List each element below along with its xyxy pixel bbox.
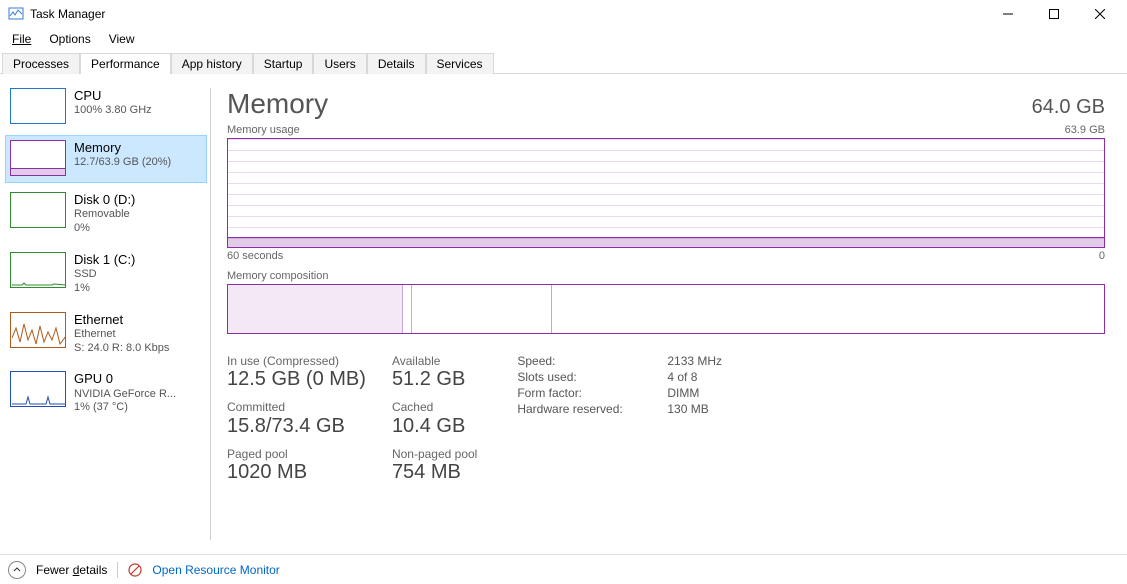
tab-services[interactable]: Services — [426, 53, 494, 74]
resource-monitor-icon — [128, 563, 142, 577]
tab-users[interactable]: Users — [313, 53, 366, 74]
composition-inuse-segment — [228, 285, 403, 333]
fewer-details-link[interactable]: Fewer details — [36, 563, 107, 577]
sidebar-item-sub: Ethernet — [74, 328, 169, 342]
sidebar-item-label: Disk 1 (C:) — [74, 252, 135, 268]
sidebar-item-sub2: 1% — [74, 282, 135, 296]
committed-value: 15.8/73.4 GB — [227, 415, 366, 437]
sidebar-item-sub: NVIDIA GeForce R... — [74, 388, 176, 402]
slots-label: Slots used: — [517, 370, 627, 384]
sidebar-item-memory[interactable]: Memory 12.7/63.9 GB (20%) — [6, 136, 206, 182]
speed-label: Speed: — [517, 354, 627, 368]
memory-thumb-icon — [10, 140, 66, 176]
divider — [210, 88, 211, 540]
tab-app-history[interactable]: App history — [171, 53, 253, 74]
titlebar: Task Manager — [0, 0, 1127, 28]
sidebar-item-ethernet[interactable]: Ethernet Ethernet S: 24.0 R: 8.0 Kbps — [6, 308, 206, 362]
hw-label: Hardware reserved: — [517, 402, 627, 416]
tab-startup[interactable]: Startup — [253, 53, 314, 74]
maximize-button[interactable] — [1031, 0, 1077, 28]
menu-options[interactable]: Options — [41, 30, 98, 48]
composition-free-segment — [552, 285, 1104, 333]
usage-chart-max: 63.9 GB — [1065, 124, 1105, 136]
cpu-thumb-icon — [10, 88, 66, 124]
ethernet-thumb-icon — [10, 312, 66, 348]
main-panel: Memory 64.0 GB Memory usage 63.9 GB 60 s… — [217, 74, 1127, 554]
disk-thumb-icon — [10, 252, 66, 288]
sidebar: CPU 100% 3.80 GHz Memory 12.7/63.9 GB (2… — [0, 74, 210, 554]
open-resource-monitor-link[interactable]: Open Resource Monitor — [152, 563, 279, 577]
sidebar-item-disk1[interactable]: Disk 1 (C:) SSD 1% — [6, 248, 206, 302]
tab-details[interactable]: Details — [367, 53, 426, 74]
memory-usage-chart — [227, 138, 1105, 248]
hw-value: 130 MB — [667, 402, 708, 416]
cached-value: 10.4 GB — [392, 415, 477, 437]
speed-value: 2133 MHz — [667, 354, 722, 368]
sidebar-item-label: Ethernet — [74, 312, 169, 328]
inuse-value: 12.5 GB (0 MB) — [227, 368, 366, 390]
composition-modified-segment — [403, 285, 412, 333]
nonpaged-label: Non-paged pool — [392, 447, 477, 461]
sidebar-item-label: GPU 0 — [74, 371, 176, 387]
sidebar-item-cpu[interactable]: CPU 100% 3.80 GHz — [6, 84, 206, 130]
disk-thumb-icon — [10, 192, 66, 228]
sidebar-item-label: CPU — [74, 88, 152, 104]
x-axis-right: 0 — [1099, 250, 1105, 262]
tab-strip: Processes Performance App history Startu… — [0, 50, 1127, 74]
minimize-button[interactable] — [985, 0, 1031, 28]
content: CPU 100% 3.80 GHz Memory 12.7/63.9 GB (2… — [0, 74, 1127, 554]
footer-divider — [117, 562, 118, 578]
slots-value: 4 of 8 — [667, 370, 697, 384]
sidebar-item-label: Disk 0 (D:) — [74, 192, 135, 208]
usage-chart-label: Memory usage — [227, 124, 300, 136]
memory-composition-chart — [227, 284, 1105, 334]
sidebar-item-sub: SSD — [74, 268, 135, 282]
menubar: File Options View — [0, 28, 1127, 50]
inuse-label: In use (Compressed) — [227, 354, 366, 368]
sidebar-item-sub: 12.7/63.9 GB (20%) — [74, 156, 171, 170]
footer: Fewer details Open Resource Monitor — [0, 554, 1127, 584]
sidebar-item-label: Memory — [74, 140, 171, 156]
available-label: Available — [392, 354, 477, 368]
available-value: 51.2 GB — [392, 368, 477, 390]
paged-label: Paged pool — [227, 447, 366, 461]
sidebar-item-sub2: 0% — [74, 222, 135, 236]
tab-performance[interactable]: Performance — [80, 53, 171, 74]
menu-file[interactable]: File — [4, 30, 39, 48]
form-value: DIMM — [667, 386, 699, 400]
form-label: Form factor: — [517, 386, 627, 400]
sidebar-item-disk0[interactable]: Disk 0 (D:) Removable 0% — [6, 188, 206, 242]
nonpaged-value: 754 MB — [392, 461, 477, 483]
sidebar-item-sub2: 1% (37 °C) — [74, 401, 176, 415]
app-icon — [8, 6, 24, 22]
sidebar-item-sub2: S: 24.0 R: 8.0 Kbps — [74, 342, 169, 356]
committed-label: Committed — [227, 400, 366, 414]
menu-view[interactable]: View — [101, 30, 143, 48]
x-axis-left: 60 seconds — [227, 250, 283, 262]
composition-standby-segment — [412, 285, 552, 333]
window-title: Task Manager — [30, 7, 105, 21]
gpu-thumb-icon — [10, 371, 66, 407]
sidebar-item-sub: Removable — [74, 208, 135, 222]
tab-processes[interactable]: Processes — [2, 53, 80, 74]
composition-label: Memory composition — [227, 270, 1105, 282]
cached-label: Cached — [392, 400, 477, 414]
chevron-up-icon[interactable] — [8, 561, 26, 579]
close-button[interactable] — [1077, 0, 1123, 28]
page-title: Memory — [227, 88, 328, 120]
sidebar-item-gpu0[interactable]: GPU 0 NVIDIA GeForce R... 1% (37 °C) — [6, 367, 206, 421]
capacity-value: 64.0 GB — [1032, 96, 1105, 119]
paged-value: 1020 MB — [227, 461, 366, 483]
sidebar-item-sub: 100% 3.80 GHz — [74, 104, 152, 118]
